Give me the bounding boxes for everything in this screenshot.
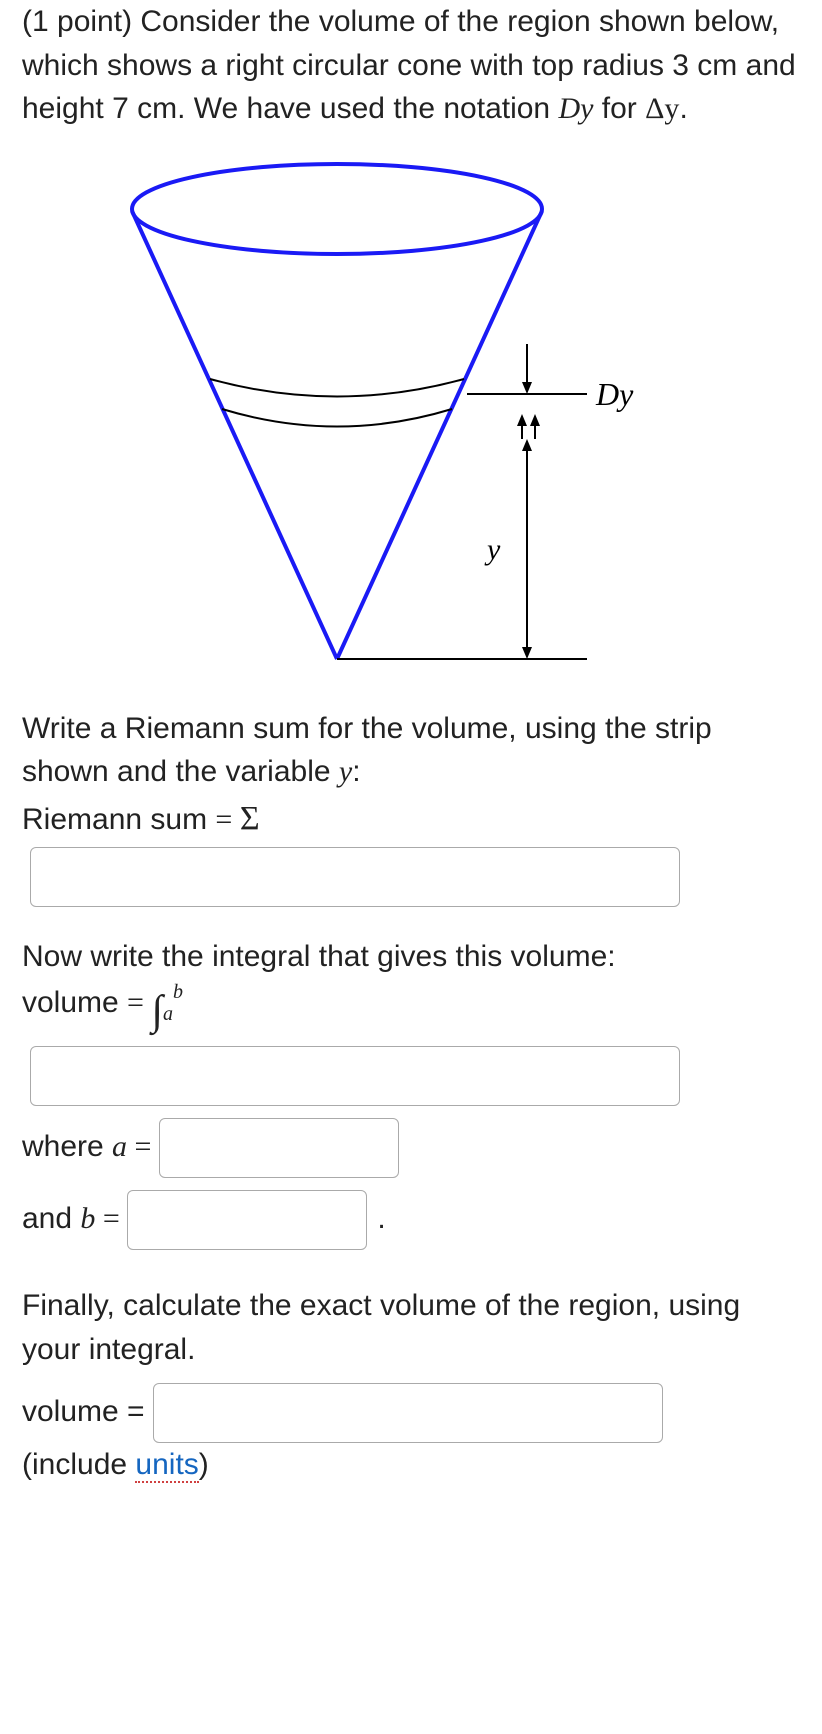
a-eq: =	[127, 1130, 159, 1163]
a-var: a	[112, 1130, 127, 1163]
final-volume-label: volume =	[22, 1395, 153, 1428]
volume-input[interactable]	[153, 1383, 663, 1443]
where-a-line: where a =	[22, 1118, 800, 1178]
riemann-prompt-pre: Write a Riemann sum for the volume, usin…	[22, 712, 712, 789]
intro-mid: for	[593, 92, 645, 125]
notation-dy: Dy	[558, 92, 593, 125]
riemann-eq: =	[215, 803, 239, 836]
intro-post: .	[679, 92, 687, 125]
b-period: .	[377, 1202, 385, 1235]
where-a-text: where	[22, 1130, 112, 1163]
riemann-sum-input[interactable]	[30, 847, 680, 907]
label-y: y	[484, 533, 501, 566]
cone-svg: Dy y	[127, 149, 643, 679]
units-link[interactable]: units	[135, 1448, 198, 1483]
volume-eq: =	[127, 986, 151, 1019]
problem-page: (1 point) Consider the volume of the reg…	[0, 0, 822, 1517]
riemann-prompt-post: :	[352, 755, 360, 788]
include-post: )	[199, 1448, 209, 1481]
integrand-input[interactable]	[30, 1046, 680, 1106]
integral-symbol: ∫	[151, 988, 163, 1034]
problem-intro: (1 point) Consider the volume of the reg…	[22, 0, 800, 131]
label-dy: Dy	[595, 376, 634, 412]
riemann-prompt-var: y	[339, 755, 352, 788]
and-b-text: and	[22, 1202, 80, 1235]
volume-label: volume	[22, 986, 127, 1019]
integral-prompt: Now write the integral that gives this v…	[22, 935, 800, 979]
riemann-sum-line: Riemann sum = Σ	[22, 794, 800, 843]
include-units-line: (include units)	[22, 1443, 800, 1487]
riemann-prompt: Write a Riemann sum for the volume, usin…	[22, 707, 800, 794]
volume-integral-line: volume = ∫ab	[22, 978, 800, 1042]
b-input[interactable]	[127, 1190, 367, 1250]
b-eq: =	[95, 1202, 127, 1235]
and-b-line: and b = .	[22, 1190, 800, 1250]
b-var: b	[80, 1202, 95, 1235]
notation-delta-y: Δy	[645, 92, 679, 125]
include-pre: (include	[22, 1448, 135, 1481]
final-prompt: Finally, calculate the exact volume of t…	[22, 1284, 800, 1371]
cone-figure: Dy y	[22, 149, 800, 679]
integral-sub: a	[163, 1003, 173, 1025]
riemann-label: Riemann sum	[22, 803, 215, 836]
sigma-symbol: Σ	[240, 800, 260, 837]
integral-sup: b	[173, 981, 183, 1003]
final-volume-line: volume =	[22, 1383, 800, 1443]
a-input[interactable]	[159, 1118, 399, 1178]
